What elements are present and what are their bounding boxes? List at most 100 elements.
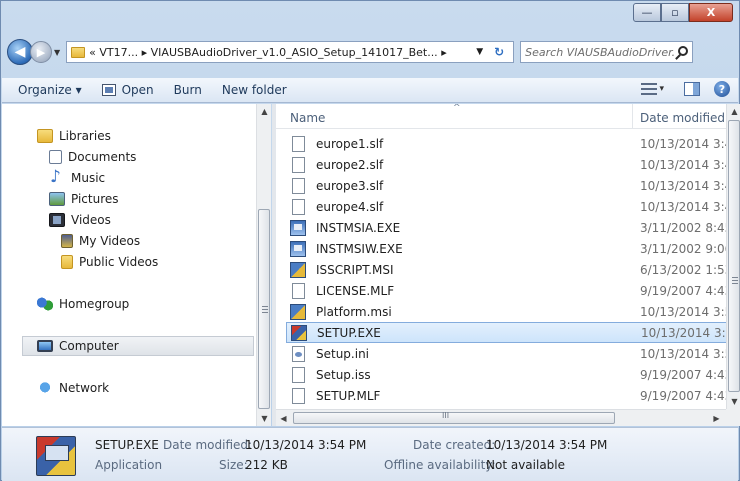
view-options-dropdown[interactable]: ▾ <box>659 84 664 94</box>
nav-item-libraries[interactable]: Libraries <box>37 126 111 146</box>
nav-item-videos[interactable]: Videos <box>49 210 111 230</box>
nav-item-computer[interactable]: Computer <box>22 336 254 356</box>
breadcrumb[interactable]: « VT17... ▸ VIAUSBAudioDriver_v1.0_ASIO_… <box>89 46 447 59</box>
explorer-window: — ▫ X ◀ ▶ ▼ « VT17... ▸ VIAUSBAudioDrive… <box>0 0 740 481</box>
horizontal-scrollbar[interactable]: ◀ III ▶ <box>276 409 726 426</box>
file-list: Name ^ Date modified europe1.slf 10/13/20… <box>276 104 726 409</box>
nav-item-network[interactable]: Network <box>37 378 109 398</box>
details-pane: SETUP.EXE Application Date modified: 10/… <box>2 427 738 481</box>
file-row[interactable]: Setup.ini 10/13/2014 3:54 PM <box>286 343 726 364</box>
recent-locations-dropdown[interactable]: ▼ <box>54 48 60 57</box>
scroll-down-arrow-icon[interactable]: ▼ <box>727 394 740 409</box>
navigation-bar: ◀ ▶ ▼ « VT17... ▸ VIAUSBAudioDriver_v1.0… <box>7 39 733 65</box>
nav-item-music[interactable]: Music <box>49 167 106 188</box>
scrollbar-thumb[interactable] <box>258 209 270 409</box>
file-date-modified: 3/11/2002 8:45 AM <box>640 220 726 235</box>
document-icon <box>292 366 305 383</box>
file-row[interactable]: europe3.slf 10/13/2014 3:49 PM <box>286 175 726 196</box>
burn-button[interactable]: Burn <box>164 78 212 102</box>
organize-button[interactable]: Organize ▾ <box>18 78 92 102</box>
nav-item-label: Network <box>59 381 110 395</box>
maximize-icon: ▫ <box>671 6 679 19</box>
organize-label: Organize ▾ <box>18 83 82 97</box>
document-icon <box>292 387 305 404</box>
details-date-created-label: Date created: <box>413 438 496 452</box>
file-date-modified: 10/13/2014 3:49 PM <box>640 199 726 214</box>
search-input[interactable]: Search VIAUSBAudioDriver... <box>525 46 675 59</box>
file-date-modified: 3/11/2002 9:06 AM <box>640 241 726 256</box>
address-bar[interactable]: « VT17... ▸ VIAUSBAudioDriver_v1.0_ASIO_… <box>66 41 515 63</box>
file-date-modified: 10/13/2014 3:54 PM <box>640 346 726 361</box>
file-name: Setup.iss <box>316 367 371 382</box>
file-name: SETUP.MLF <box>316 388 381 403</box>
scroll-up-arrow-icon[interactable]: ▲ <box>257 104 272 119</box>
help-icon[interactable]: ? <box>714 81 730 97</box>
file-row[interactable]: SETUP.MLF 9/19/2007 4:43 AM <box>286 385 726 406</box>
documents-icon <box>49 150 62 164</box>
address-dropdown-icon[interactable]: ▼ <box>476 47 483 57</box>
details-offline-label: Offline availability: <box>384 458 496 472</box>
nav-item-label: Music <box>71 171 106 185</box>
file-row[interactable]: Setup.iss 9/19/2007 4:43 AM <box>286 364 726 385</box>
minimize-button[interactable]: — <box>633 3 661 22</box>
file-row[interactable]: europe1.slf 10/13/2014 3:47 PM <box>286 133 726 154</box>
scroll-down-arrow-icon[interactable]: ▼ <box>257 411 272 426</box>
maximize-button[interactable]: ▫ <box>661 3 689 22</box>
refresh-icon[interactable]: ↻ <box>489 45 509 59</box>
forward-button[interactable]: ▶ <box>30 41 52 63</box>
sort-ascending-icon: ^ <box>453 104 461 113</box>
scroll-left-arrow-icon[interactable]: ◀ <box>276 410 291 426</box>
change-view-icon[interactable] <box>641 83 658 95</box>
open-button[interactable]: Open <box>92 78 164 102</box>
nav-item-homegroup[interactable]: Homegroup <box>37 294 129 314</box>
nav-item-my-videos[interactable]: My Videos <box>61 231 140 251</box>
file-row[interactable]: ISSCRIPT.MSI 6/13/2002 1:53 PM <box>286 259 726 280</box>
file-row[interactable]: INSTMSIA.EXE 3/11/2002 8:45 AM <box>286 217 726 238</box>
column-header-name[interactable]: Name <box>290 111 325 125</box>
new-folder-label: New folder <box>221 83 287 97</box>
breadcrumb-segment-1[interactable]: VT17... <box>99 46 138 59</box>
search-icon[interactable] <box>678 46 689 56</box>
breadcrumb-separator[interactable]: ▸ <box>142 46 148 59</box>
file-row[interactable]: Platform.msi 10/13/2014 3:54 PM <box>286 301 726 322</box>
file-name: europe1.slf <box>316 136 384 151</box>
file-row[interactable]: LICENSE.MLF 9/19/2007 4:43 AM <box>286 280 726 301</box>
details-file-type: Application <box>95 458 163 472</box>
file-name: Platform.msi <box>316 304 392 319</box>
search-box[interactable]: Search VIAUSBAudioDriver... <box>520 41 694 63</box>
nav-item-pictures[interactable]: Pictures <box>49 189 119 209</box>
nav-item-label: Documents <box>68 150 137 164</box>
navigation-scrollbar[interactable]: ▲ ▼ <box>256 104 271 426</box>
file-row[interactable]: SETUP.EXE 10/13/2014 3:54 PM <box>286 322 726 343</box>
msi-package-icon <box>290 303 306 320</box>
breadcrumb-separator[interactable]: ▸ <box>441 46 447 59</box>
setup-exe-icon <box>36 436 76 476</box>
nav-item-public-videos[interactable]: Public Videos <box>61 252 158 272</box>
breadcrumb-overflow[interactable]: « <box>89 46 96 59</box>
nav-item-label: Homegroup <box>59 297 130 311</box>
preview-pane-icon[interactable] <box>684 82 700 96</box>
nav-item-documents[interactable]: Documents <box>49 147 136 167</box>
breadcrumb-segment-2[interactable]: VIAUSBAudioDriver_v1.0_ASIO_Setup_141017… <box>151 46 438 59</box>
scrollbar-thumb[interactable] <box>728 120 740 392</box>
details-offline: Not available <box>486 458 566 472</box>
file-date-modified: 9/19/2007 4:43 AM <box>640 283 726 298</box>
scroll-right-arrow-icon[interactable]: ▶ <box>709 410 724 426</box>
file-row[interactable]: INSTMSIW.EXE 3/11/2002 9:06 AM <box>286 238 726 259</box>
scrollbar-grip-icon <box>732 277 738 284</box>
file-row[interactable]: europe4.slf 10/13/2014 3:49 PM <box>286 196 726 217</box>
file-list-scrollbar[interactable]: ▲ ▼ <box>726 104 740 409</box>
file-row[interactable]: europe2.slf 10/13/2014 3:48 PM <box>286 154 726 175</box>
forward-arrow-icon: ▶ <box>36 45 46 59</box>
network-icon <box>37 381 53 395</box>
open-label: Open <box>121 83 154 97</box>
file-name: INSTMSIW.EXE <box>316 241 403 256</box>
computer-icon <box>37 340 53 352</box>
scroll-up-arrow-icon[interactable]: ▲ <box>727 104 740 119</box>
horizontal-scrollbar-thumb[interactable]: III <box>293 411 615 424</box>
close-button[interactable]: X <box>689 3 733 22</box>
close-icon: X <box>706 6 716 19</box>
column-header-date-modified[interactable]: Date modified <box>640 111 725 125</box>
column-divider[interactable] <box>632 104 633 129</box>
new-folder-button[interactable]: New folder <box>212 78 297 102</box>
